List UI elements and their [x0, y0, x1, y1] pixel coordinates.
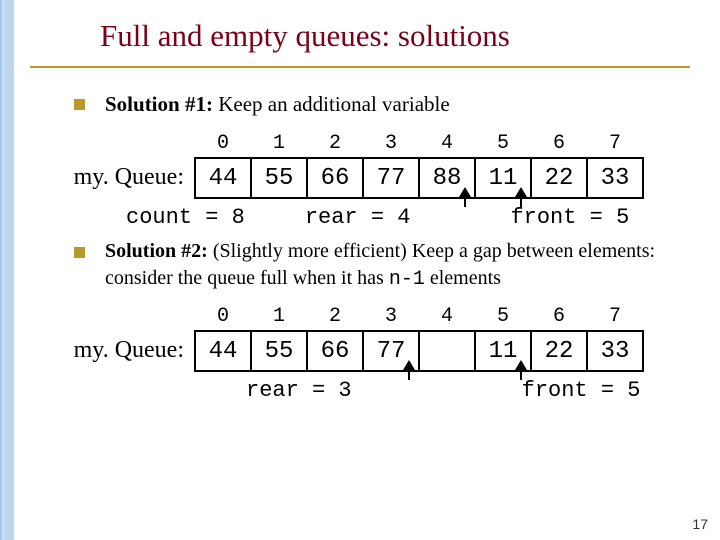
queue-2-idx-0: 0 — [195, 305, 251, 331]
bullet-2-code: n-1 — [389, 268, 425, 291]
queue-1-idx-0: 0 — [195, 132, 251, 158]
queue-2-rear: rear = 3 — [246, 378, 352, 403]
slide-body: Solution #1: Keep an additional variable… — [0, 68, 720, 403]
queue-1-cell-1: 55 — [251, 158, 307, 198]
bullet-square-icon — [74, 99, 85, 110]
bullet-1-text: Solution #1: Keep an additional variable — [105, 90, 450, 118]
queue-2-front: front = 5 — [522, 378, 641, 403]
queue-2-cell-4 — [419, 331, 475, 371]
bullet-solution-1: Solution #1: Keep an additional variable — [74, 90, 690, 118]
queue-1-row: my. Queue: 0 1 2 3 4 5 6 7 44 55 66 77 — [56, 132, 690, 199]
queue-1-cell-2: 66 — [307, 158, 363, 198]
queue-2-idx-2: 2 — [307, 305, 363, 331]
queue-2-cell-0: 44 — [195, 331, 251, 371]
queue-1-label: my. Queue: — [56, 164, 184, 199]
queue-2-idx-3: 3 — [363, 305, 419, 331]
queue-2-idx-7: 7 — [587, 305, 643, 331]
decorative-stripe — [0, 0, 14, 540]
bullet-2-bold: Solution #2: — [105, 240, 208, 262]
queue-2-idx-6: 6 — [531, 305, 587, 331]
bullet-2-end: elements — [425, 267, 501, 289]
queue-2-idx-5: 5 — [475, 305, 531, 331]
queue-2-block: my. Queue: 0 1 2 3 4 5 6 7 44 55 66 77 — [56, 305, 690, 403]
queue-2-array: 0 1 2 3 4 5 6 7 44 55 66 77 11 22 — [194, 305, 644, 372]
queue-2-row: my. Queue: 0 1 2 3 4 5 6 7 44 55 66 77 — [56, 305, 690, 372]
queue-1-array: 0 1 2 3 4 5 6 7 44 55 66 77 88 11 22 — [194, 132, 644, 199]
queue-1-info-row: count = 8 rear = 4 front = 5 — [126, 205, 690, 230]
queue-1-block: my. Queue: 0 1 2 3 4 5 6 7 44 55 66 77 — [56, 132, 690, 230]
queue-1-cell-6: 22 — [531, 158, 587, 198]
queue-1-idx-7: 7 — [587, 132, 643, 158]
queue-2-info-row: rear = 3 front = 5 — [246, 378, 690, 403]
queue-2-idx-1: 1 — [251, 305, 307, 331]
bullet-1-rest: Keep an additional variable — [213, 92, 450, 116]
queue-2-cell-7: 33 — [587, 331, 643, 371]
queue-1-index-row: 0 1 2 3 4 5 6 7 — [195, 132, 643, 158]
queue-1-rear: rear = 4 — [305, 205, 411, 230]
queue-2-cell-6: 22 — [531, 331, 587, 371]
queue-2-label: my. Queue: — [56, 337, 184, 372]
queue-2-cell-2: 66 — [307, 331, 363, 371]
slide-title: Full and empty queues: solutions — [0, 0, 720, 62]
bullet-solution-2: Solution #2: (Slightly more efficient) K… — [74, 238, 690, 293]
queue-1-cell-0: 44 — [195, 158, 251, 198]
queue-1-front: front = 5 — [510, 205, 629, 230]
queue-1-idx-3: 3 — [363, 132, 419, 158]
queue-2-cell-1: 55 — [251, 331, 307, 371]
queue-1-idx-4: 4 — [419, 132, 475, 158]
queue-2-index-row: 0 1 2 3 4 5 6 7 — [195, 305, 643, 331]
queue-1-cell-7: 33 — [587, 158, 643, 198]
bullet-1-bold: Solution #1: — [105, 92, 213, 116]
bullet-square-icon — [74, 247, 85, 258]
queue-1-cells-row: 44 55 66 77 88 11 22 33 — [195, 158, 643, 198]
queue-2-cells-row: 44 55 66 77 11 22 33 — [195, 331, 643, 371]
queue-1-idx-5: 5 — [475, 132, 531, 158]
queue-1-idx-2: 2 — [307, 132, 363, 158]
queue-1-idx-1: 1 — [251, 132, 307, 158]
queue-1-idx-6: 6 — [531, 132, 587, 158]
queue-1-count: count = 8 — [126, 205, 245, 230]
queue-2-idx-4: 4 — [419, 305, 475, 331]
page-number: 17 — [692, 516, 708, 532]
queue-1-cell-3: 77 — [363, 158, 419, 198]
bullet-2-text: Solution #2: (Slightly more efficient) K… — [105, 238, 690, 293]
